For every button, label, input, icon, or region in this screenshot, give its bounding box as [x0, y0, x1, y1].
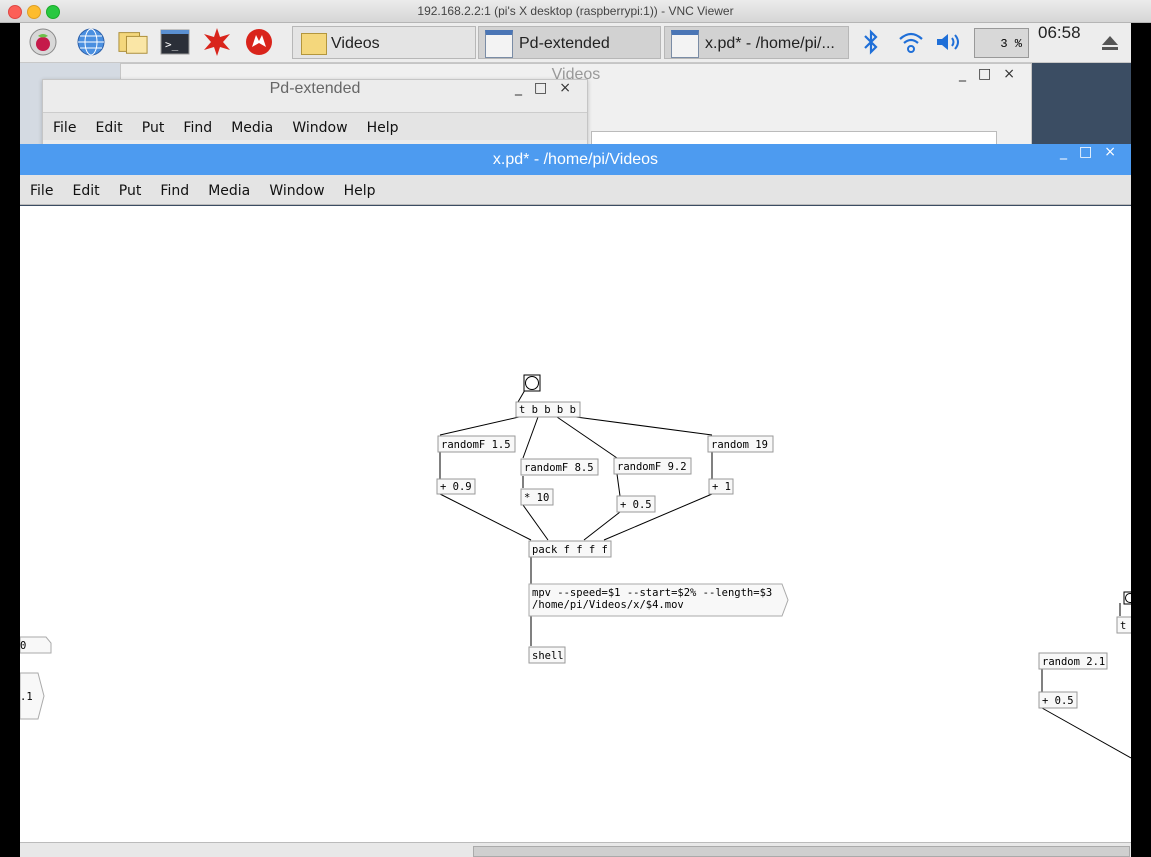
pd-menu-file[interactable]: File: [53, 120, 76, 136]
svg-text:>_: >_: [165, 38, 179, 51]
message-mpv-line2: /home/pi/Videos/x/$4.mov: [532, 599, 684, 611]
object-randomF-1-label: randomF 1.5: [441, 439, 511, 451]
mathematica-icon[interactable]: [202, 27, 232, 57]
horizontal-scroll-thumb[interactable]: [473, 846, 1130, 857]
volume-icon[interactable]: [934, 27, 964, 57]
window-icon: [485, 29, 513, 58]
object-add-0-9[interactable]: + 0.9: [436, 478, 476, 495]
patch-connections: [439, 389, 1131, 759]
pd-menu-bar: File Edit Put Find Media Window Help: [43, 112, 587, 140]
web-browser-icon[interactable]: [76, 27, 106, 57]
object-right-trigger[interactable]: t: [1116, 616, 1131, 634]
patch-canvas[interactable]: t b b b b randomF 1.5 randomF 8.5 random…: [20, 206, 1131, 842]
object-shell[interactable]: shell: [528, 646, 566, 664]
raspberry-menu-icon[interactable]: [28, 27, 58, 57]
patch-menu-bar: File Edit Put Find Media Window Help: [20, 175, 1131, 205]
bluetooth-icon[interactable]: [856, 27, 886, 57]
wolfram-icon[interactable]: [244, 27, 274, 57]
object-right-add[interactable]: + 0.5: [1038, 691, 1078, 709]
object-right-trigger-label: t: [1120, 620, 1126, 632]
patch-menu-find[interactable]: Find: [160, 183, 189, 199]
taskbar-panel: >_ Videos Pd-extended x.pd* - /home/pi/.…: [20, 23, 1131, 63]
object-left-fragment-1-label: 0: [20, 640, 26, 652]
patch-menu-edit[interactable]: Edit: [73, 183, 100, 199]
object-randomF-2-label: randomF 8.5: [524, 462, 594, 474]
object-mul-10-label: * 10: [524, 492, 549, 504]
folder-icon: [301, 32, 327, 55]
object-trigger[interactable]: t b b b b: [515, 401, 581, 418]
pd-menu-window[interactable]: Window: [292, 120, 347, 136]
pd-window-controls[interactable]: _□×: [515, 80, 583, 110]
message-mpv-line1: mpv --speed=$1 --start=$2% --length=$3: [532, 587, 772, 599]
object-mul-10[interactable]: * 10: [520, 488, 554, 506]
object-shell-label: shell: [532, 650, 564, 662]
close-button[interactable]: [8, 5, 22, 19]
patch-menu-help[interactable]: Help: [344, 183, 376, 199]
terminal-icon[interactable]: >_: [160, 27, 190, 57]
object-left-fragment-1[interactable]: 0: [20, 636, 52, 654]
patch-graph[interactable]: t b b b b randomF 1.5 randomF 8.5 random…: [20, 206, 1131, 842]
object-right-add-label: + 0.5: [1042, 695, 1074, 707]
patch-menu-file[interactable]: File: [30, 183, 53, 199]
object-add-0-5-label: + 0.5: [620, 499, 652, 511]
file-manager-icon[interactable]: [118, 27, 148, 57]
object-pack[interactable]: pack f f f f: [528, 540, 612, 558]
object-trigger-label: t b b b b: [519, 404, 576, 416]
videos-window-controls[interactable]: _□×: [959, 66, 1027, 96]
pd-menu-put[interactable]: Put: [142, 120, 165, 136]
object-randomF-3-label: randomF 9.2: [617, 461, 687, 473]
wifi-icon[interactable]: [896, 27, 926, 57]
patch-window-controls[interactable]: _□×: [1060, 144, 1128, 174]
patch-menu-put[interactable]: Put: [119, 183, 142, 199]
object-randomF-3[interactable]: randomF 9.2: [613, 457, 692, 475]
object-add-0-5[interactable]: + 0.5: [616, 495, 656, 513]
object-add-1-label: + 1: [712, 481, 731, 493]
pd-menu-media[interactable]: Media: [231, 120, 273, 136]
patch-menu-media[interactable]: Media: [208, 183, 250, 199]
task-videos[interactable]: Videos: [292, 26, 476, 59]
pd-menu-find[interactable]: Find: [183, 120, 212, 136]
object-add-0-9-label: + 0.9: [440, 481, 472, 493]
minimize-button[interactable]: [27, 5, 41, 19]
pd-menu-edit[interactable]: Edit: [96, 120, 123, 136]
bang-object[interactable]: [523, 374, 541, 392]
task-pd-extended[interactable]: Pd-extended: [478, 26, 661, 59]
pd-window-title: Pd-extended: [269, 80, 361, 97]
window-icon: [671, 29, 699, 58]
object-right-random[interactable]: random 2.1: [1038, 652, 1108, 670]
object-left-fragment-2[interactable]: .1: [20, 672, 45, 720]
zoom-button[interactable]: [46, 5, 60, 19]
message-mpv[interactable]: mpv --speed=$1 --start=$2% --length=$3 /…: [528, 583, 789, 617]
object-right-random-label: random 2.1: [1042, 656, 1105, 668]
patch-window-title: x.pd* - /home/pi/Videos: [492, 151, 659, 168]
vnc-right-edge: [1131, 23, 1151, 857]
task-x-pd[interactable]: x.pd* - /home/pi/...: [664, 26, 849, 59]
object-random-19[interactable]: random 19: [707, 435, 774, 453]
pd-menu-help[interactable]: Help: [367, 120, 399, 136]
object-randomF-1[interactable]: randomF 1.5: [437, 435, 516, 453]
object-right-bang[interactable]: [1123, 591, 1131, 605]
patch-menu-window[interactable]: Window: [269, 183, 324, 199]
remote-desktop: >_ Videos Pd-extended x.pd* - /home/pi/.…: [20, 23, 1131, 857]
patch-window-titlebar[interactable]: x.pd* - /home/pi/Videos _□×: [20, 144, 1131, 175]
vnc-window-title: 192.168.2.2:1 (pi's X desktop (raspberry…: [417, 4, 734, 18]
pd-extended-window: Pd-extended _□× File Edit Put Find Media…: [42, 79, 588, 147]
horizontal-scrollbar[interactable]: [20, 842, 1131, 857]
object-randomF-2[interactable]: randomF 8.5: [520, 458, 599, 476]
object-left-fragment-2-label: .1: [20, 691, 33, 703]
vnc-title-bar[interactable]: 192.168.2.2:1 (pi's X desktop (raspberry…: [0, 0, 1151, 23]
object-pack-label: pack f f f f: [532, 544, 608, 556]
object-add-1[interactable]: + 1: [708, 478, 734, 495]
eject-icon[interactable]: [1102, 36, 1118, 50]
cpu-monitor[interactable]: 3 %: [974, 28, 1029, 58]
clock[interactable]: 06:58: [1038, 23, 1081, 62]
object-random-19-label: random 19: [711, 439, 768, 451]
